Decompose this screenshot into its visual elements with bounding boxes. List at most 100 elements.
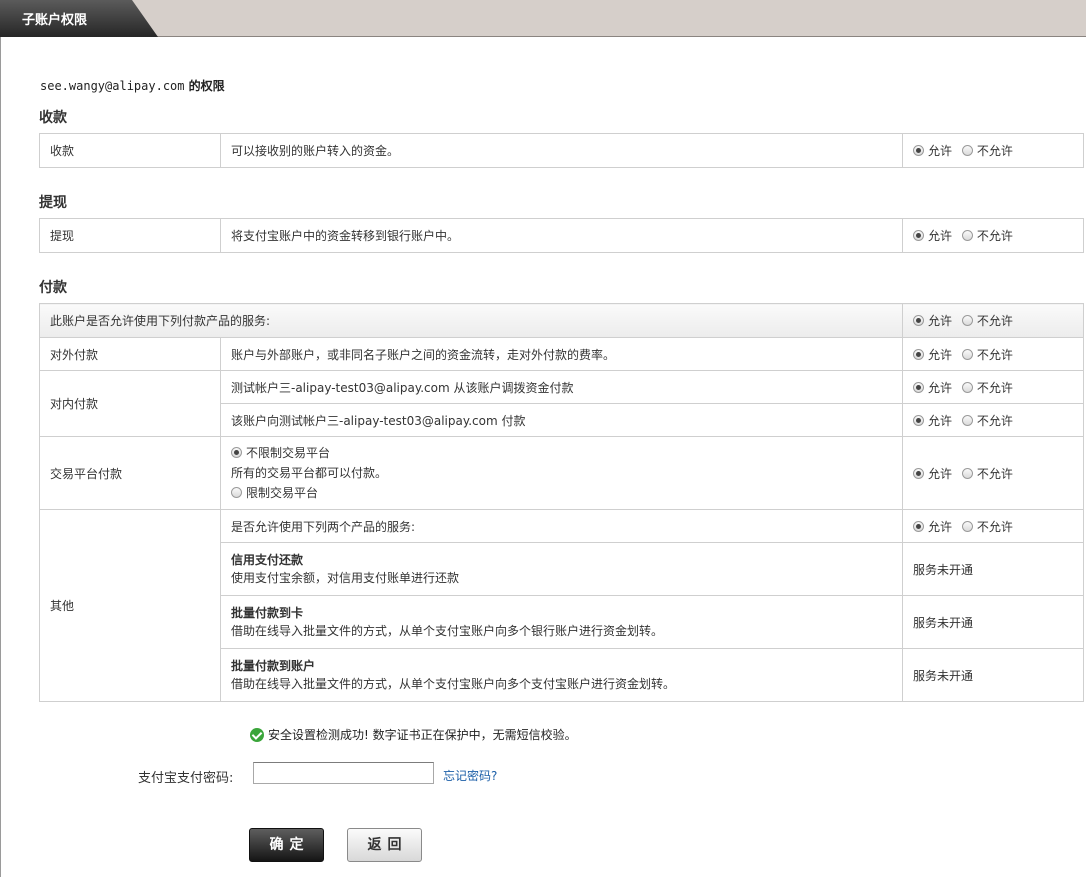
radio-checked-icon[interactable] xyxy=(231,447,242,458)
other-item-title: 批量付款到卡 xyxy=(231,606,304,620)
other-item-title: 批量付款到账户 xyxy=(231,659,316,673)
password-label: 支付宝支付密码: xyxy=(138,771,234,786)
radio-checked-icon[interactable] xyxy=(913,230,924,241)
radio-unchecked-icon[interactable] xyxy=(961,414,973,426)
other-item-status: 服务未开通 xyxy=(902,595,1084,649)
confirm-button[interactable]: 确定 xyxy=(249,828,324,862)
pay-table: 此账户是否允许使用下列付款产品的服务: 允许 不允许 对外付款 账户与外部账户，… xyxy=(39,303,1084,702)
allow-option[interactable]: 允许 xyxy=(913,518,952,535)
internal-row2-desc: 该账户向测试帐户三-alipay-test03@alipay.com 付款 xyxy=(220,403,903,437)
internal-row2-options: 允许 不允许 xyxy=(902,403,1084,437)
radio-unchecked-icon[interactable] xyxy=(961,381,973,393)
allow-option[interactable]: 允许 xyxy=(913,227,952,244)
table-row: 收款 可以接收别的账户转入的资金。 允许 不允许 xyxy=(39,133,1084,168)
internal-row1-options: 允许 不允许 xyxy=(902,370,1084,404)
deny-label: 不允许 xyxy=(976,314,1013,328)
allow-option[interactable]: 允许 xyxy=(913,412,952,429)
radio-checked-icon[interactable] xyxy=(913,520,924,532)
radio-unchecked-icon[interactable] xyxy=(961,520,973,532)
pay-header-options: 允许 不允许 xyxy=(902,303,1084,338)
allow-option[interactable]: 允许 xyxy=(913,346,952,363)
deny-label: 不允许 xyxy=(976,519,1013,534)
trade-unlimited-option[interactable]: 不限制交易平台 xyxy=(231,443,892,463)
other-header: 是否允许使用下列两个产品的服务: xyxy=(220,509,903,543)
radio-unchecked-icon[interactable] xyxy=(961,348,973,360)
receive-options: 允许 不允许 xyxy=(902,133,1084,168)
section-title-pay: 付款 xyxy=(39,280,67,296)
deny-option[interactable]: 不允许 xyxy=(961,465,1013,482)
back-button[interactable]: 返回 xyxy=(347,828,422,862)
deny-label: 不允许 xyxy=(976,347,1013,362)
deny-option[interactable]: 不允许 xyxy=(961,227,1013,244)
tab-sub-account-permissions[interactable]: 子账户权限 xyxy=(0,0,158,37)
deny-option[interactable]: 不允许 xyxy=(961,142,1013,159)
tab-title: 子账户权限 xyxy=(22,13,88,28)
deny-label: 不允许 xyxy=(976,229,1013,243)
allow-label: 允许 xyxy=(928,380,953,395)
deny-option[interactable]: 不允许 xyxy=(961,518,1013,535)
allow-option[interactable]: 允许 xyxy=(913,465,952,482)
trade-unlimited-label: 不限制交易平台 xyxy=(246,446,331,460)
trade-options-cell: 不限制交易平台 所有的交易平台都可以付款。 限制交易平台 xyxy=(220,436,903,510)
withdraw-name: 提现 xyxy=(39,218,221,253)
allow-option[interactable]: 允许 xyxy=(913,142,952,159)
radio-checked-icon[interactable] xyxy=(913,467,924,479)
allow-label: 允许 xyxy=(928,413,953,428)
other-item-status: 服务未开通 xyxy=(902,648,1084,702)
pay-header: 此账户是否允许使用下列付款产品的服务: xyxy=(39,303,903,338)
deny-option[interactable]: 不允许 xyxy=(961,312,1013,329)
trade-unlimited-desc: 所有的交易平台都可以付款。 xyxy=(231,466,388,480)
account-email: see.wangy@alipay.com xyxy=(40,79,185,93)
radio-unchecked-icon[interactable] xyxy=(231,487,242,498)
top-bar: 子账户权限 xyxy=(0,0,1086,37)
other-item-title: 信用支付还款 xyxy=(231,553,304,567)
radio-unchecked-icon[interactable] xyxy=(961,467,973,479)
payment-password-input[interactable] xyxy=(253,762,434,784)
deny-option[interactable]: 不允许 xyxy=(961,379,1013,396)
security-notice: 安全设置检测成功! 数字证书正在保护中，无需短信校验。 xyxy=(250,726,577,743)
other-item-desc: 借助在线导入批量文件的方式，从单个支付宝账户向多个支付宝账户进行资金划转。 xyxy=(231,677,676,691)
external-desc: 账户与外部账户，或非同名子账户之间的资金流转，走对外付款的费率。 xyxy=(220,337,903,371)
radio-unchecked-icon[interactable] xyxy=(961,315,973,326)
account-suffix: 的权限 xyxy=(184,79,225,93)
allow-label: 允许 xyxy=(928,229,953,243)
check-circle-icon xyxy=(250,728,264,742)
withdraw-options: 允许 不允许 xyxy=(902,218,1084,253)
trade-limited-label: 限制交易平台 xyxy=(246,486,319,500)
forgot-password-link[interactable]: 忘记密码? xyxy=(443,767,497,784)
deny-option[interactable]: 不允许 xyxy=(961,412,1013,429)
allow-label: 允许 xyxy=(928,519,953,534)
withdraw-desc: 将支付宝账户中的资金转移到银行账户中。 xyxy=(220,218,903,253)
other-item-status: 服务未开通 xyxy=(902,542,1084,596)
other-item-desc: 使用支付宝余额，对信用支付账单进行还款 xyxy=(231,571,460,585)
radio-checked-icon[interactable] xyxy=(913,381,924,393)
internal-name: 对内付款 xyxy=(39,370,221,437)
section-title-receive: 收款 xyxy=(39,110,67,126)
radio-unchecked-icon[interactable] xyxy=(961,145,973,156)
allow-label: 允许 xyxy=(928,144,953,158)
table-row: 对内付款 测试帐户三-alipay-test03@alipay.com 从该账户… xyxy=(39,370,1084,437)
other-options: 允许 不允许 xyxy=(902,509,1084,543)
trade-limited-option[interactable]: 限制交易平台 xyxy=(231,483,892,503)
radio-unchecked-icon[interactable] xyxy=(961,230,973,241)
table-row: 其他 是否允许使用下列两个产品的服务: 允许 不允许 xyxy=(39,509,1084,702)
other-item-cell: 信用支付还款 使用支付宝余额，对信用支付账单进行还款 xyxy=(220,542,903,596)
internal-row1-desc: 测试帐户三-alipay-test03@alipay.com 从该账户调拨资金付… xyxy=(220,370,903,404)
allow-label: 允许 xyxy=(928,347,953,362)
other-item-cell: 批量付款到账户 借助在线导入批量文件的方式，从单个支付宝账户向多个支付宝账户进行… xyxy=(220,648,903,702)
radio-checked-icon[interactable] xyxy=(913,348,924,360)
radio-checked-icon[interactable] xyxy=(913,414,924,426)
allow-option[interactable]: 允许 xyxy=(913,312,952,329)
account-heading: see.wangy@alipay.com 的权限 xyxy=(40,77,225,94)
allow-option[interactable]: 允许 xyxy=(913,379,952,396)
allow-label: 允许 xyxy=(928,314,953,328)
deny-option[interactable]: 不允许 xyxy=(961,346,1013,363)
table-row: 交易平台付款 不限制交易平台 所有的交易平台都可以付款。 限制交易平台 允许 不… xyxy=(39,436,1084,510)
radio-checked-icon[interactable] xyxy=(913,315,924,326)
receive-desc: 可以接收别的账户转入的资金。 xyxy=(220,133,903,168)
other-item-cell: 批量付款到卡 借助在线导入批量文件的方式，从单个支付宝账户向多个银行账户进行资金… xyxy=(220,595,903,649)
table-row: 提现 将支付宝账户中的资金转移到银行账户中。 允许 不允许 xyxy=(39,218,1084,253)
radio-checked-icon[interactable] xyxy=(913,145,924,156)
table-row: 此账户是否允许使用下列付款产品的服务: 允许 不允许 xyxy=(39,303,1084,338)
withdraw-table: 提现 将支付宝账户中的资金转移到银行账户中。 允许 不允许 xyxy=(39,218,1084,253)
